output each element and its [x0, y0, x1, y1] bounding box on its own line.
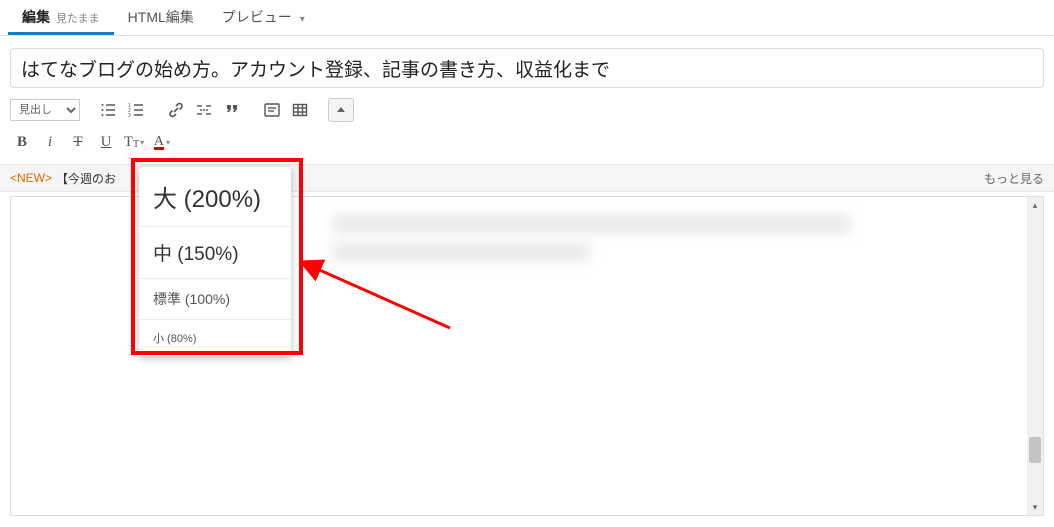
tab-edit-label: 編集	[22, 7, 50, 27]
chevron-down-icon: ▾	[300, 14, 305, 25]
font-size-menu: 大 (200%) 中 (150%) 標準 (100%) 小 (80%)	[139, 167, 291, 356]
collapse-toolbar-button[interactable]	[328, 98, 354, 122]
codeblock-button[interactable]	[260, 98, 284, 122]
editor-tabs: 編集 見たまま HTML編集 プレビュー ▾	[0, 0, 1054, 36]
tab-preview[interactable]: プレビュー ▾	[208, 0, 319, 35]
link-button[interactable]	[164, 98, 188, 122]
scroll-up-arrow-icon[interactable]: ▴	[1027, 197, 1043, 213]
scroll-down-arrow-icon[interactable]: ▾	[1027, 499, 1043, 515]
title-wrap	[0, 36, 1054, 96]
read-more-button[interactable]	[192, 98, 216, 122]
bold-button[interactable]: B	[10, 130, 34, 154]
italic-button[interactable]: i	[38, 130, 62, 154]
scrollbar-track[interactable]: ▴ ▾	[1027, 197, 1043, 515]
strikethrough-button[interactable]: T	[66, 130, 90, 154]
font-size-option-medium[interactable]: 中 (150%)	[139, 227, 291, 279]
tab-edit-sublabel: 見たまま	[56, 10, 100, 26]
font-size-option-large[interactable]: 大 (200%)	[139, 167, 291, 227]
notice-new-badge: <NEW>	[10, 171, 52, 185]
unordered-list-button[interactable]	[96, 98, 120, 122]
font-size-button[interactable]: TT▾	[122, 130, 146, 154]
editor-toolbar: 見出し 123 B i T U	[0, 96, 1054, 156]
font-size-option-normal[interactable]: 標準 (100%)	[139, 279, 291, 320]
scrollbar-thumb[interactable]	[1029, 437, 1041, 463]
ordered-list-button[interactable]: 123	[124, 98, 148, 122]
underline-button[interactable]: U	[94, 130, 118, 154]
tab-preview-label: プレビュー	[222, 7, 292, 27]
heading-select[interactable]: 見出し	[10, 99, 80, 121]
notice-text: 【今週のお	[56, 170, 116, 187]
font-size-option-small[interactable]: 小 (80%)	[139, 320, 291, 356]
blockquote-button[interactable]	[220, 98, 244, 122]
post-title-input[interactable]	[10, 48, 1044, 88]
table-button[interactable]	[288, 98, 312, 122]
svg-text:3: 3	[128, 113, 131, 118]
font-color-button[interactable]: A▾	[150, 130, 174, 154]
tab-html[interactable]: HTML編集	[114, 0, 208, 35]
tab-edit[interactable]: 編集 見たまま	[8, 0, 114, 35]
notice-more-link[interactable]: もっと見る	[984, 170, 1044, 187]
tab-html-label: HTML編集	[128, 7, 194, 27]
